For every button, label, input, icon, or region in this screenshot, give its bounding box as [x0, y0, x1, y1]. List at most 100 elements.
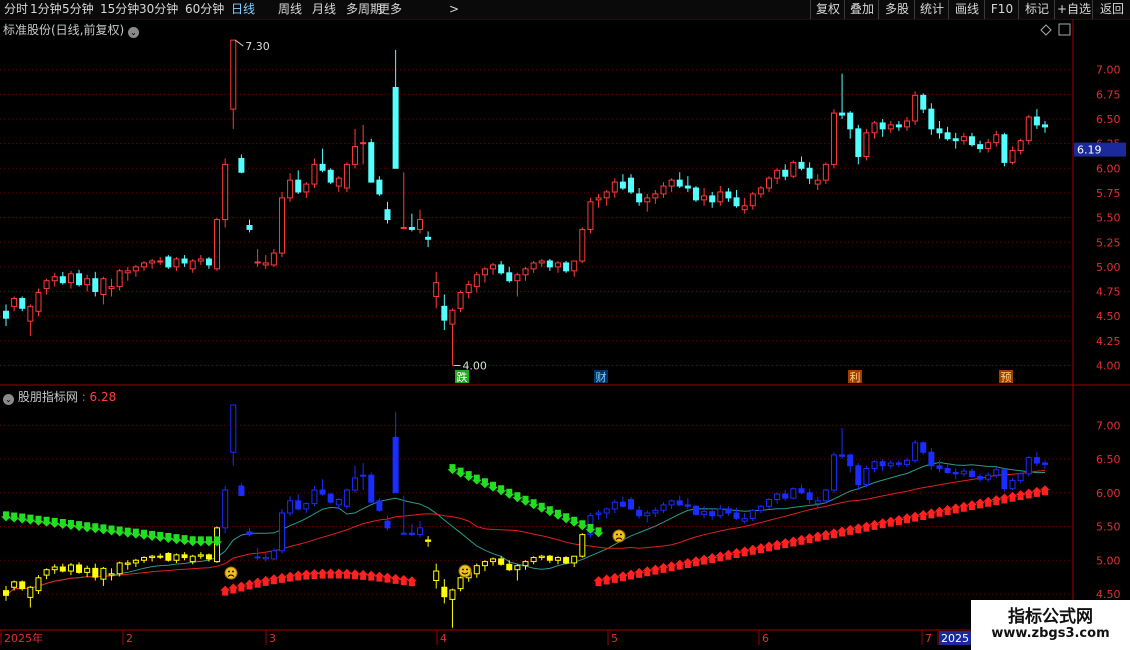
chart-canvas[interactable]: 7.006.756.506.256.005.755.505.255.004.75… — [0, 0, 1130, 650]
candle-body — [368, 142, 375, 183]
up-arrow-icon — [723, 549, 734, 560]
up-arrow-icon — [358, 569, 369, 580]
candle-body — [295, 179, 302, 193]
candle-body — [189, 260, 196, 270]
candle-body — [449, 309, 456, 325]
candle-body — [611, 181, 618, 193]
candle-body — [904, 120, 911, 128]
ind-candle-body — [749, 509, 756, 519]
candle-body — [181, 258, 188, 264]
ind-candle-body — [790, 488, 797, 499]
current-price-label: 6.19 — [1077, 144, 1102, 157]
down-arrow-icon — [171, 534, 182, 545]
ind-candle-body — [977, 476, 984, 480]
candle-body — [498, 264, 505, 274]
up-arrow-icon — [382, 572, 393, 583]
price-tick: 6.75 — [1096, 88, 1121, 101]
candle-body — [798, 161, 805, 169]
candle-body — [725, 191, 732, 199]
ind-candle-body — [108, 573, 115, 576]
candle-body — [514, 274, 521, 282]
up-arrow-icon — [658, 562, 669, 573]
up-arrow-icon — [617, 571, 628, 582]
candle-body — [76, 273, 83, 286]
candle-body — [1017, 140, 1024, 152]
ind-candle-body — [668, 500, 675, 506]
ind-candle-body — [408, 532, 415, 536]
up-arrow-icon — [260, 575, 271, 586]
up-arrow-icon — [252, 577, 263, 588]
up-arrow-icon — [626, 569, 637, 580]
down-arrow-icon — [82, 522, 93, 533]
candle-body — [676, 179, 683, 187]
candle-body — [311, 163, 318, 185]
up-arrow-icon — [861, 521, 872, 532]
ind-candle-body — [287, 500, 294, 514]
candle-body — [847, 112, 854, 130]
sad-face-icon-eye — [620, 533, 622, 536]
ind-candle-body — [522, 561, 529, 567]
ind-candle-body — [335, 499, 342, 506]
candle-body — [595, 197, 602, 201]
candle-body — [481, 268, 488, 276]
candle-body — [790, 161, 797, 177]
candle-body — [490, 264, 497, 270]
candle-body — [506, 272, 513, 282]
candle-body — [944, 132, 951, 140]
up-arrow-icon — [1015, 490, 1026, 501]
candle-body — [416, 219, 423, 230]
price-tick: 6.00 — [1096, 162, 1121, 175]
ind-candle-body — [692, 505, 699, 515]
up-arrow-icon — [796, 534, 807, 545]
price-tick: 4.75 — [1096, 286, 1121, 299]
up-arrow-icon — [390, 573, 401, 584]
candle-body — [839, 112, 846, 116]
ind-candle-body — [303, 503, 310, 510]
price-tick: 5.50 — [1096, 212, 1121, 225]
ind-candle-body — [1042, 462, 1048, 465]
up-arrow-icon — [366, 570, 377, 581]
diamond-icon[interactable] — [1040, 24, 1052, 36]
indicator-tick: 6.50 — [1096, 453, 1121, 466]
down-arrow-icon — [212, 536, 223, 547]
ind-candle-body — [960, 470, 967, 475]
up-arrow-icon — [837, 526, 848, 537]
watermark-url: www.zbgs3.com — [991, 626, 1110, 641]
candle-body — [668, 179, 675, 187]
candle-body — [806, 167, 813, 179]
ind-candle-body — [205, 554, 212, 560]
ind-candle-body — [774, 493, 781, 501]
window-icon[interactable] — [1058, 23, 1071, 36]
candle-body — [1042, 124, 1048, 128]
candle-body — [692, 187, 699, 201]
up-arrow-icon — [601, 574, 612, 585]
ind-candle-body — [628, 499, 635, 510]
ind-candle-body — [741, 517, 748, 522]
ind-candle-body — [904, 459, 911, 465]
candle-body — [652, 193, 659, 199]
happy-face-icon-eye — [466, 568, 468, 571]
candle-body — [376, 179, 383, 195]
ind-candle-body — [360, 474, 367, 477]
candle-body — [774, 169, 781, 179]
ind-candle-body — [352, 477, 359, 491]
down-arrow-icon — [57, 518, 68, 529]
ind-candle-body — [806, 492, 813, 500]
up-arrow-icon — [893, 514, 904, 525]
candle-body — [1009, 150, 1016, 163]
candle-body — [895, 124, 902, 128]
up-arrow-icon — [1040, 485, 1050, 496]
date-label: 3 — [269, 632, 276, 645]
ind-candle-body — [887, 462, 894, 467]
up-arrow-icon — [593, 576, 604, 587]
candle-body — [579, 228, 586, 262]
up-arrow-icon — [755, 543, 766, 554]
candle-body — [603, 191, 610, 199]
up-arrow-icon — [309, 569, 320, 580]
candle-body — [67, 273, 74, 284]
ind-candle-body — [619, 501, 626, 507]
ind-candle-body — [189, 555, 196, 563]
up-arrow-icon — [1007, 491, 1018, 502]
ind-candle-body — [538, 555, 545, 559]
ind-candle-body — [384, 520, 391, 529]
